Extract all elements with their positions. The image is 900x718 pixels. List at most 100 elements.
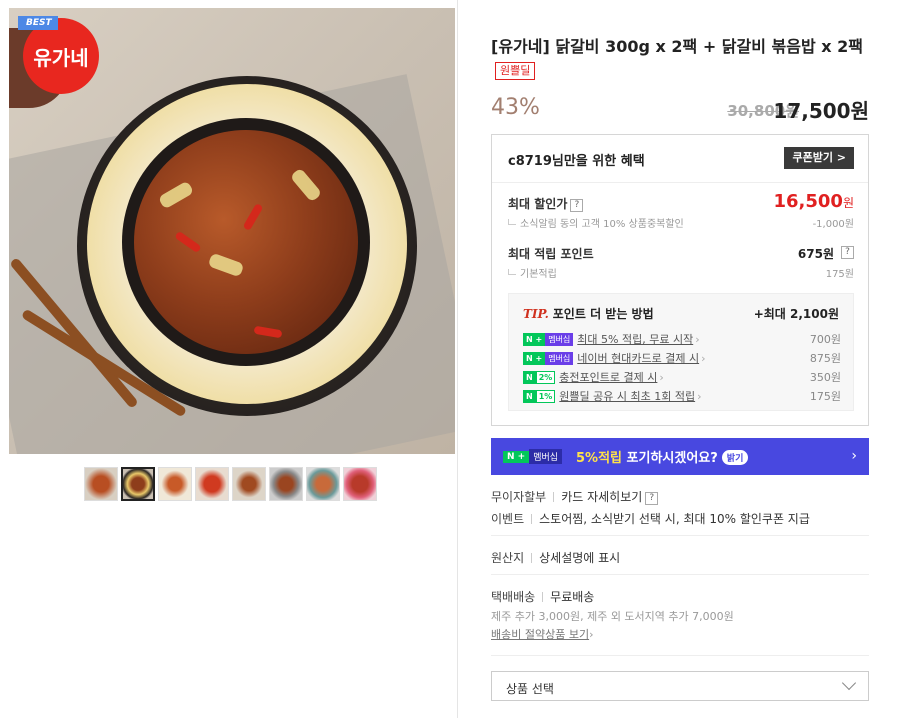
sale-price: 17,500원: [773, 99, 869, 123]
max-discount-number: 16,500: [773, 191, 843, 212]
tip-heading-text: 포인트 더 받는 방법: [552, 307, 654, 321]
help-icon[interactable]: ?: [570, 199, 584, 212]
tip-row[interactable]: N 2% 충전포인트로 결제 시 › 350원: [523, 369, 841, 385]
naver-n-icon: N +: [523, 333, 546, 346]
points-sub-text: 기본적립: [520, 269, 557, 280]
delivery-row: 택배배송 무료배송: [491, 588, 869, 605]
event-row: 이벤트 스토어찜, 소식받기 선택 시, 최대 10% 할인쿠폰 지급: [491, 510, 869, 527]
event-key: 이벤트: [491, 512, 525, 526]
separator: [531, 553, 533, 563]
max-discount-sub: 소식알림 동의 고객 10% 상품중복할인 -1,000원: [508, 215, 854, 230]
chevron-right-icon: ›: [697, 390, 702, 403]
deal-tag: 원쁠딜: [495, 62, 536, 80]
naver-membership-badge: N + 멤버십: [503, 449, 563, 464]
help-icon[interactable]: ?: [841, 246, 854, 259]
delivery-saving-link[interactable]: 배송비 절약상품 보기: [491, 628, 589, 641]
membership-badge: 멤버십: [545, 333, 574, 346]
tip-row-text: 네이버 현대카드로 결제 시: [577, 352, 700, 365]
tip-box: TIP. 포인트 더 받는 방법 +최대 2,100원 N + 멤버십 최대 5% 적…: [508, 293, 854, 411]
naver-percent-badge: N 2%: [523, 371, 556, 384]
benefit-title: c8719님만을 위한 혜택: [508, 154, 645, 169]
points-sub-value: 175원: [825, 269, 854, 280]
thumbnail[interactable]: [84, 467, 118, 501]
tip-row-text: 최대 5% 적립, 무료 시작: [577, 333, 694, 346]
max-discount-row: 최대 할인가? 16,500원: [508, 191, 854, 212]
naver-n-icon: N: [523, 371, 536, 384]
thumbnail[interactable]: [195, 467, 229, 501]
tip-row-text: 충전포인트로 결제 시: [559, 371, 658, 384]
tip-row[interactable]: N + 멤버십 네이버 현대카드로 결제 시 › 875원: [523, 350, 841, 366]
origin-key: 원산지: [491, 551, 525, 565]
chevron-right-icon: ›: [851, 448, 857, 464]
separator: [531, 514, 533, 524]
membership-label: 멤버십: [529, 449, 563, 464]
event-value: 스토어찜, 소식받기 선택 시, 최대 10% 할인쿠폰 지급: [539, 512, 810, 526]
points-sub: 기본적립 175원: [508, 265, 854, 280]
membership-badge: 멤버십: [545, 352, 574, 365]
tip-row[interactable]: N + 멤버십 최대 5% 적립, 무료 시작 › 700원: [523, 331, 841, 347]
best-tag: BEST: [18, 16, 58, 30]
delivery-link-row: 배송비 절약상품 보기›: [491, 626, 869, 642]
benefit-box: c8719님만을 위한 혜택 쿠폰받기 > 최대 할인가? 16,500원 소식…: [491, 134, 869, 426]
benefit-header: c8719님만을 위한 혜택 쿠폰받기 >: [492, 135, 868, 183]
help-icon[interactable]: ?: [645, 492, 659, 505]
tip-row-value: 700원: [809, 333, 841, 346]
chevron-right-icon: ›: [695, 333, 700, 346]
logo-text: 유가네: [33, 45, 89, 70]
delivery-extra: 제주 추가 3,000원, 제주 외 도서지역 추가 7,000원: [491, 610, 734, 623]
naver-percent-badge: N 1%: [523, 390, 556, 403]
installment-key: 무이자할부: [491, 490, 547, 504]
percent-badge: 2%: [535, 371, 556, 384]
installment-row: 무이자할부 카드 자세히보기?: [491, 488, 869, 505]
tip-row-value: 875원: [809, 352, 841, 365]
sub-bullet-icon: [508, 219, 516, 225]
divider: [491, 574, 869, 575]
option-select-label: 상품 선택: [506, 682, 554, 696]
tip-row-value: 350원: [809, 371, 841, 384]
banner-highlight: 5%적립: [576, 451, 622, 466]
discount-rate: 43%: [491, 95, 540, 120]
membership-banner[interactable]: N + 멤버십 5%적립 포기하시겠어요? 밝기 ›: [491, 438, 869, 475]
delivery-key: 택배배송: [491, 590, 536, 604]
tip-word: TIP.: [523, 307, 549, 321]
max-discount-label: 최대 할인가: [508, 197, 568, 211]
max-discount-sub-value: -1,000원: [812, 219, 854, 230]
max-discount-unit: 원: [842, 196, 854, 210]
product-name: [유가네] 닭갈비 300g x 2팩 + 닭갈비 볶음밥 x 2팩: [491, 37, 864, 56]
banner-pill: 밝기: [721, 450, 749, 465]
column-divider: [457, 0, 458, 718]
divider: [491, 535, 869, 536]
tip-row-text: 원쁠딜 공유 시 최초 1회 적립: [559, 390, 696, 403]
points-value: 675원: [797, 247, 834, 261]
thumbnail[interactable]: [232, 467, 266, 501]
tip-row[interactable]: N 1% 원쁠딜 공유 시 최초 1회 적립 › 175원: [523, 388, 841, 404]
banner-message: 포기하시겠어요?: [626, 451, 718, 466]
product-title: [유가네] 닭갈비 300g x 2팩 + 닭갈비 볶음밥 x 2팩원쁠딜: [491, 35, 869, 83]
dakgalbi-chicken: [134, 130, 358, 354]
points-label: 최대 적립 포인트: [508, 247, 594, 261]
option-select[interactable]: 상품 선택: [491, 671, 869, 701]
tip-row-value: 175원: [809, 390, 841, 403]
thumbnail[interactable]: [158, 467, 192, 501]
naver-n-icon: N: [523, 390, 536, 403]
delivery-value: 무료배송: [550, 590, 595, 604]
divider: [491, 655, 869, 656]
thumbnail-strip: [84, 467, 377, 501]
naver-membership-badge: N + 멤버십: [523, 352, 574, 365]
coupon-button[interactable]: 쿠폰받기 >: [784, 147, 854, 169]
thumbnail[interactable]: [269, 467, 303, 501]
installment-link[interactable]: 카드 자세히보기: [561, 490, 642, 504]
origin-row: 원산지 상세설명에 표시: [491, 549, 869, 566]
percent-badge: 1%: [535, 390, 556, 403]
tip-max: +최대 2,100원: [753, 307, 839, 321]
thumbnail[interactable]: [343, 467, 377, 501]
naver-membership-badge: N + 멤버십: [523, 333, 574, 346]
thumbnail[interactable]: [306, 467, 340, 501]
product-main-image: 유가네 BEST: [9, 8, 455, 454]
separator: [553, 492, 555, 502]
chevron-down-icon: [841, 675, 857, 691]
points-row: 최대 적립 포인트 675원 ?: [508, 245, 854, 262]
thumbnail-active[interactable]: [121, 467, 155, 501]
chevron-right-icon: ›: [701, 352, 706, 365]
separator: [542, 592, 544, 602]
